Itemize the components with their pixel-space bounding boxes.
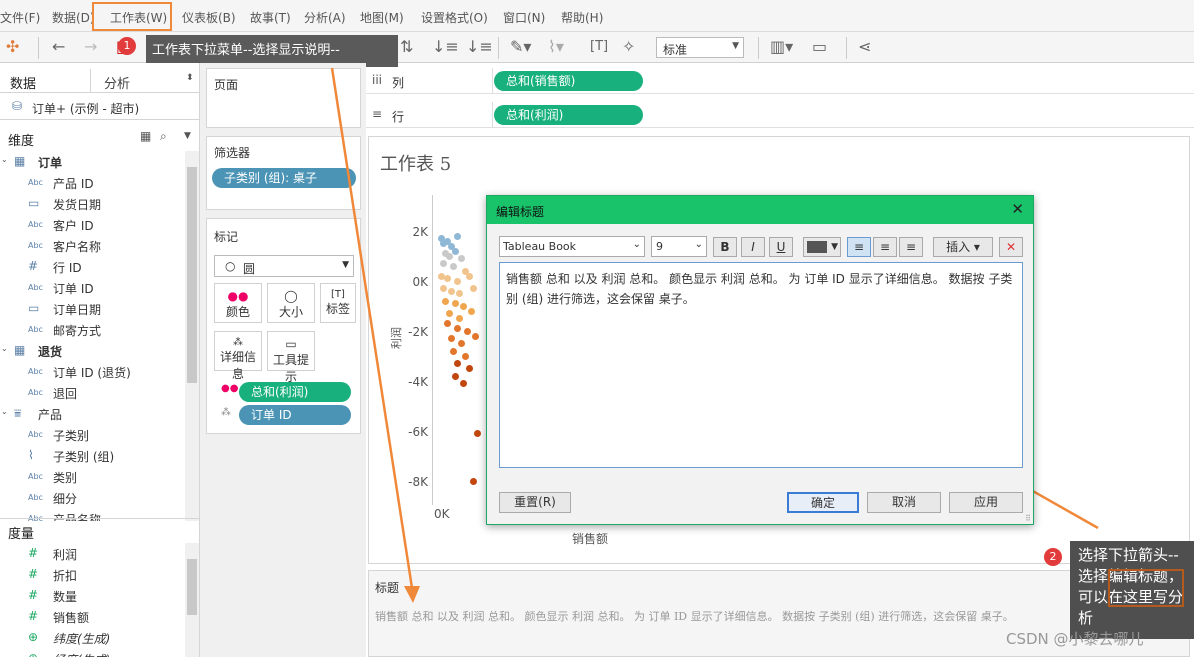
watermark: CSDN @小黎去哪儿: [1006, 630, 1144, 648]
chevron-down-icon: ⌄: [632, 239, 641, 250]
size-select-value: 9: [656, 240, 663, 253]
italic-button[interactable]: I: [741, 237, 765, 257]
apply-button[interactable]: 应用: [949, 492, 1023, 513]
edit-title-dialog: 编辑标题 ✕ Tableau Book ⌄ 9 ⌄ B I U ▼ ≡ ≡ ≡ …: [486, 195, 1034, 525]
underline-button[interactable]: U: [769, 237, 793, 257]
dialog-titlebar: 编辑标题 ✕: [487, 196, 1033, 224]
chevron-down-icon: ⌄: [694, 239, 703, 250]
align-right-button[interactable]: ≡: [899, 237, 923, 257]
size-select[interactable]: 9 ⌄: [651, 236, 707, 257]
cancel-button[interactable]: 取消: [867, 492, 941, 513]
title-editor-content: 销售额 总和 以及 利润 总和。 颜色显示 利润 总和。 为 订单 ID 显示了…: [506, 272, 1013, 306]
close-icon[interactable]: ✕: [1011, 200, 1024, 218]
insert-label: 插入: [946, 240, 971, 254]
bold-button[interactable]: B: [713, 237, 737, 257]
annotation-marker-2: 2: [1044, 548, 1062, 566]
font-select-value: Tableau Book: [503, 240, 577, 253]
font-select[interactable]: Tableau Book ⌄: [499, 236, 645, 257]
title-text-editor[interactable]: 销售额 总和 以及 利润 总和。 颜色显示 利润 总和。 为 订单 ID 显示了…: [499, 262, 1023, 468]
chevron-down-icon: ▼: [831, 242, 838, 252]
resize-grip-icon[interactable]: ⠿: [1025, 514, 1031, 523]
ok-button[interactable]: 确定: [787, 492, 859, 513]
align-center-button[interactable]: ≡: [873, 237, 897, 257]
text-color-button[interactable]: ▼: [803, 237, 841, 257]
dialog-title: 编辑标题: [496, 205, 545, 219]
align-left-button[interactable]: ≡: [847, 237, 871, 257]
reset-button[interactable]: 重置(R): [499, 492, 571, 513]
caption-dropdown-highlight: [1108, 569, 1184, 607]
insert-button[interactable]: 插入 ▾: [933, 237, 993, 257]
clear-button[interactable]: ✕: [999, 237, 1023, 257]
